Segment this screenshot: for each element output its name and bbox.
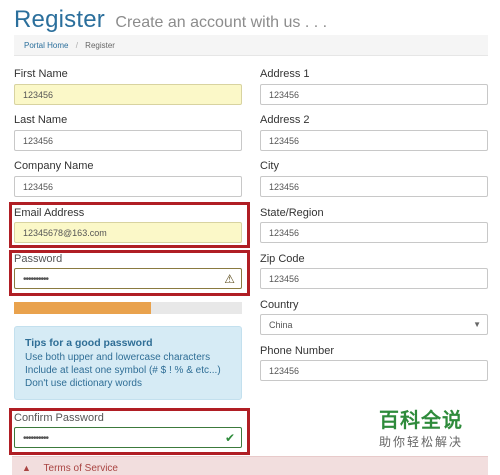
zip-input[interactable]: 123456 (260, 268, 488, 289)
first-name-label: First Name (14, 68, 68, 80)
country-select[interactable]: China ▼ (260, 314, 488, 335)
terms-of-service-panel[interactable]: ▲ Terms of Service (12, 456, 488, 475)
warning-icon: ▲ (22, 463, 31, 473)
phone-input[interactable]: 123456 (260, 360, 488, 381)
breadcrumb-separator: / (75, 41, 78, 50)
password-strength-bar (14, 302, 242, 314)
city-input[interactable]: 123456 (260, 176, 488, 197)
country-label: Country (260, 299, 299, 311)
password-input[interactable]: •••••••••• ⚠ (14, 268, 242, 289)
state-input[interactable]: 123456 (260, 222, 488, 243)
breadcrumb-current: Register (85, 41, 115, 50)
breadcrumb-home-link[interactable]: Portal Home (24, 41, 68, 50)
phone-label: Phone Number (260, 345, 334, 357)
zip-label: Zip Code (260, 253, 305, 265)
email-input[interactable]: 12345678@163.com (14, 222, 242, 243)
breadcrumb: Portal Home / Register (14, 35, 488, 56)
password-tips-box: Tips for a good password Use both upper … (14, 326, 242, 400)
city-label: City (260, 160, 279, 172)
address2-label: Address 2 (260, 114, 310, 126)
watermark-logo: 百科全说 助你轻松解决 (366, 404, 476, 449)
terms-of-service-label: Terms of Service (43, 463, 118, 474)
state-label: State/Region (260, 207, 324, 219)
password-value: •••••••••• (23, 274, 49, 285)
last-name-input[interactable]: 123456 (14, 130, 242, 151)
last-name-label: Last Name (14, 114, 68, 126)
warning-icon: ⚠ (224, 272, 235, 286)
tips-line: Use both upper and lowercase characters (25, 352, 211, 363)
email-label: Email Address (14, 207, 85, 219)
tips-line: Include at least one symbol (# $ ! % & e… (25, 365, 221, 376)
watermark-sub-text: 助你轻松解决 (378, 435, 463, 449)
address2-input[interactable]: 123456 (260, 130, 488, 151)
tips-title: Tips for a good password (25, 337, 153, 349)
watermark-main-text: 百科全说 (379, 410, 463, 432)
company-name-input[interactable]: 123456 (14, 176, 242, 197)
page-title: Register (14, 6, 105, 33)
page-subtitle: Create an account with us . . . (115, 14, 328, 31)
address1-label: Address 1 (260, 68, 310, 80)
first-name-input[interactable]: 123456 (14, 84, 242, 105)
password-strength-fill (14, 302, 151, 314)
password-label: Password (14, 253, 63, 265)
address1-input[interactable]: 123456 (260, 84, 488, 105)
checkmark-icon: ✔ (224, 431, 235, 445)
tips-line: Don't use dictionary words (25, 378, 142, 389)
confirm-password-label: Confirm Password (14, 412, 104, 424)
country-selected-value: China (269, 320, 293, 330)
page-header: Register Create an account with us . . . (14, 6, 484, 36)
confirm-password-value: •••••••••• (23, 433, 49, 444)
chevron-down-icon: ▼ (473, 320, 481, 329)
company-name-label: Company Name (14, 160, 94, 172)
confirm-password-input[interactable]: •••••••••• ✔ (14, 427, 242, 448)
